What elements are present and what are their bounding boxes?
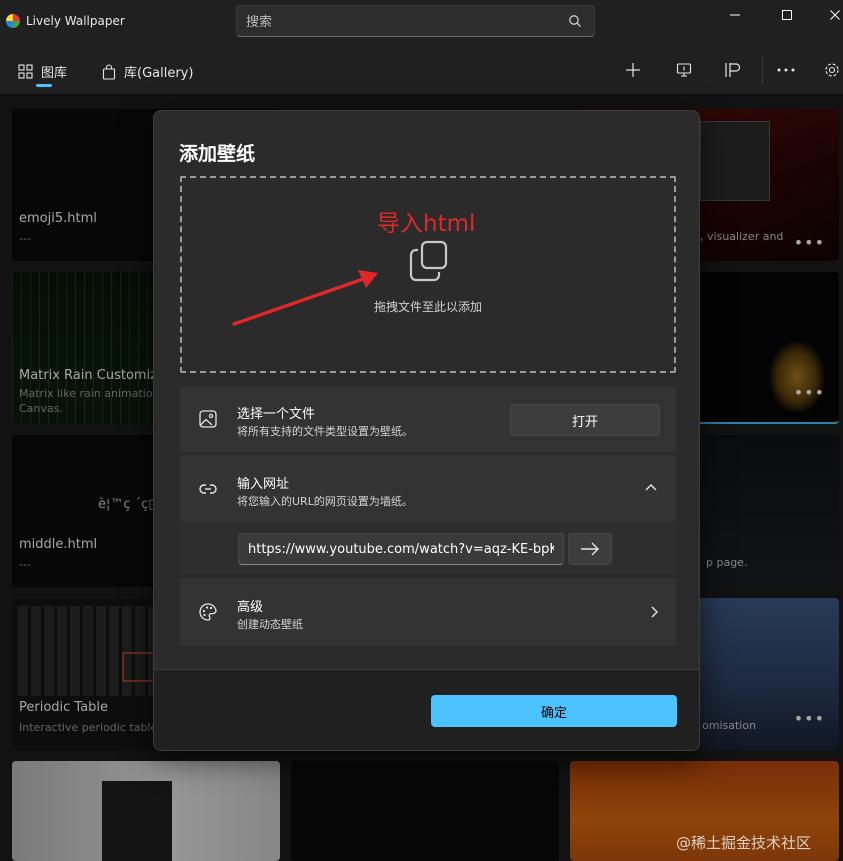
tab-gallery[interactable]: 库(Gallery) [102, 62, 193, 81]
import-html-annotation: 导入html [377, 211, 476, 237]
advanced-subtitle: 创建动态壁纸 [237, 618, 303, 631]
app-title: Lively Wallpaper [26, 14, 125, 28]
minimize-button[interactable] [712, 0, 758, 30]
shopping-bag-icon [102, 63, 116, 80]
enter-url-subtitle: 将您输入的URL的网页设置为墙纸。 [237, 495, 413, 508]
chevron-right-icon [651, 606, 658, 618]
more-icon [777, 68, 795, 72]
image-icon [199, 410, 217, 428]
more-button[interactable] [774, 58, 798, 82]
screen-icon [676, 63, 692, 77]
enter-url-panel: 输入网址 将您输入的URL的网页设置为墙纸。 [180, 455, 676, 573]
tab-library-label: 图库 [41, 66, 68, 81]
go-button[interactable] [568, 533, 612, 565]
minimize-icon [730, 14, 740, 16]
add-wallpaper-dialog: 添加壁纸 导入html 拖拽文件至此以添加 选择一个文件 将所有支持的文件类型设… [153, 110, 700, 751]
close-button[interactable] [812, 0, 843, 30]
chevron-up-icon[interactable] [645, 483, 657, 491]
choose-file-title: 选择一个文件 [237, 407, 316, 422]
tab-gallery-label: 库(Gallery) [124, 66, 194, 81]
nav-bar: 图库 库(Gallery) [0, 44, 843, 94]
link-icon [199, 484, 217, 494]
drop-zone[interactable]: 导入html 拖拽文件至此以添加 [180, 176, 676, 373]
active-tab-indicator [36, 84, 52, 87]
url-input-row [180, 523, 676, 573]
copy-icon [409, 240, 448, 282]
url-input[interactable] [238, 533, 564, 565]
arrow-right-icon [581, 542, 599, 556]
pause-button[interactable] [721, 58, 745, 82]
choose-file-panel: 选择一个文件 将所有支持的文件类型设置为壁纸。 打开 [180, 387, 676, 452]
screen-layout-button[interactable] [672, 58, 696, 82]
choose-file-subtitle: 将所有支持的文件类型设置为壁纸。 [237, 425, 413, 438]
ok-button[interactable]: 确定 [431, 695, 677, 727]
advanced-panel[interactable]: 高级 创建动态壁纸 [180, 578, 676, 646]
title-bar: Lively Wallpaper [0, 0, 843, 44]
settings-button[interactable] [820, 58, 843, 82]
enter-url-title: 输入网址 [237, 477, 290, 492]
red-arrow-annotation-icon [232, 270, 378, 326]
palette-icon [199, 603, 217, 621]
maximize-icon [782, 10, 792, 20]
drop-hint: 拖拽文件至此以添加 [373, 300, 482, 314]
settings-icon [825, 63, 839, 77]
search-input[interactable] [246, 12, 546, 32]
advanced-title: 高级 [237, 600, 264, 615]
app-logo-icon [6, 14, 20, 28]
maximize-button[interactable] [764, 0, 810, 30]
dialog-title: 添加壁纸 [179, 143, 256, 165]
pause-flag-icon [725, 63, 741, 77]
add-wallpaper-button[interactable] [621, 58, 645, 82]
grid-icon [18, 64, 33, 79]
search-box[interactable] [236, 5, 595, 37]
search-icon[interactable] [568, 14, 582, 28]
toolbar-divider [762, 56, 763, 84]
tab-library[interactable]: 图库 [18, 62, 67, 81]
open-file-button[interactable]: 打开 [510, 404, 660, 436]
add-icon [626, 63, 640, 77]
dialog-footer: 确定 [154, 669, 699, 750]
close-icon [830, 10, 840, 20]
watermark: @稀土掘金技术社区 [676, 834, 812, 852]
